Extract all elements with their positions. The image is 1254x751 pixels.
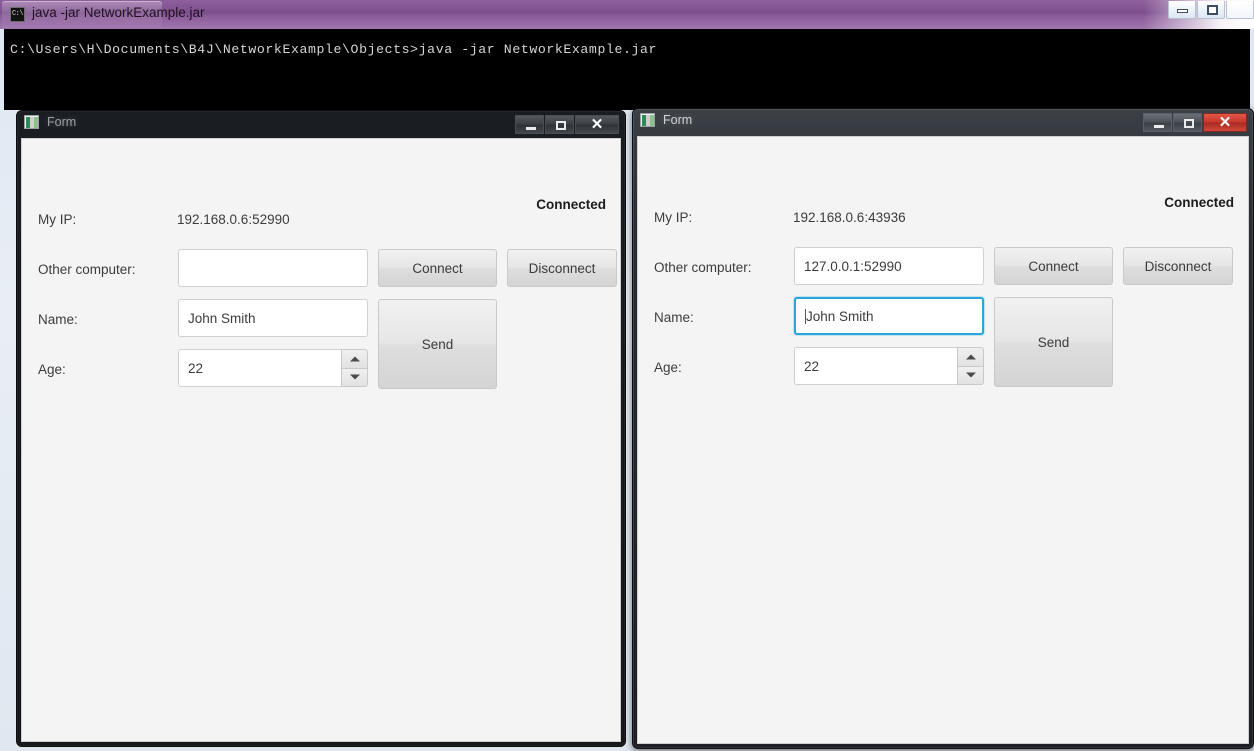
minimize-icon — [1177, 9, 1188, 13]
label-other-computer: Other computer: — [38, 262, 136, 277]
right-maximize-button[interactable] — [1173, 113, 1202, 132]
left-maximize-button[interactable] — [545, 115, 574, 134]
chevron-down-icon — [349, 374, 360, 380]
send-button[interactable]: Send — [378, 299, 497, 389]
label-other-computer: Other computer: — [654, 260, 752, 275]
maximize-icon — [1184, 119, 1194, 128]
maximize-icon — [556, 121, 566, 130]
send-button[interactable]: Send — [994, 297, 1113, 387]
minimize-icon — [1154, 125, 1164, 128]
right-window-title: Form — [663, 113, 693, 127]
console-window: C:\ java -jar NetworkExample.jar C:\User… — [0, 0, 1254, 110]
age-increment-button[interactable] — [341, 349, 368, 368]
name-input-value: John Smith — [806, 308, 874, 324]
close-icon: ✕ — [1218, 114, 1232, 131]
label-age: Age: — [654, 360, 682, 375]
console-minimize-button[interactable] — [1168, 1, 1196, 19]
left-minimize-button[interactable] — [515, 115, 544, 134]
label-my-ip: My IP: — [654, 210, 693, 225]
right-window-buttons: ✕ — [1142, 113, 1247, 132]
right-form-content: Connected My IP: 192.168.0.6:43936 Other… — [637, 136, 1249, 744]
left-form-window: Form ✕ Connected My IP: 192.168.0.6:5299… — [16, 110, 626, 747]
left-window-buttons: ✕ — [514, 115, 619, 134]
console-icon: C:\ — [10, 7, 25, 22]
connect-button[interactable]: Connect — [378, 249, 497, 287]
status-badge: Connected — [536, 197, 606, 212]
other-computer-input[interactable] — [178, 249, 368, 287]
age-input[interactable]: 22 — [178, 349, 341, 387]
right-form-window: Form ✕ Connected My IP: 192.168.0.6:4393… — [632, 108, 1254, 749]
name-input[interactable]: John Smith — [178, 299, 368, 337]
console-title-text: java -jar NetworkExample.jar — [32, 5, 205, 20]
right-window-titlebar[interactable]: Form ✕ — [632, 108, 1254, 136]
age-stepper[interactable]: 22 — [794, 347, 984, 385]
age-decrement-button[interactable] — [957, 365, 984, 385]
age-input[interactable]: 22 — [794, 347, 957, 385]
console-window-buttons — [1167, 1, 1254, 19]
close-icon: ✕ — [590, 116, 604, 133]
age-increment-button[interactable] — [957, 347, 984, 366]
disconnect-button[interactable]: Disconnect — [507, 249, 617, 287]
age-stepper-buttons — [957, 347, 984, 385]
form-app-icon — [24, 115, 39, 129]
label-name: Name: — [654, 310, 694, 325]
label-age: Age: — [38, 362, 66, 377]
left-close-button[interactable]: ✕ — [575, 115, 619, 134]
label-my-ip: My IP: — [38, 212, 77, 227]
console-titlebar[interactable]: C:\ java -jar NetworkExample.jar — [0, 0, 1254, 29]
right-window-title-group: Form — [640, 113, 692, 127]
status-badge: Connected — [1164, 195, 1234, 210]
console-maximize-button[interactable] — [1197, 1, 1225, 19]
right-close-button[interactable]: ✕ — [1203, 113, 1247, 132]
chevron-down-icon — [965, 372, 976, 378]
label-name: Name: — [38, 312, 78, 327]
connect-button[interactable]: Connect — [994, 247, 1113, 285]
chevron-up-icon — [965, 354, 976, 360]
value-my-ip: 192.168.0.6:52990 — [177, 212, 290, 227]
minimize-icon — [526, 127, 536, 130]
form-app-icon — [640, 113, 655, 127]
age-stepper[interactable]: 22 — [178, 349, 368, 387]
disconnect-button[interactable]: Disconnect — [1123, 247, 1233, 285]
left-window-titlebar[interactable]: Form ✕ — [16, 110, 626, 138]
value-my-ip: 192.168.0.6:43936 — [793, 210, 906, 225]
desktop-screen: C:\ java -jar NetworkExample.jar C:\User… — [0, 0, 1254, 751]
console-output[interactable]: C:\Users\H\Documents\B4J\NetworkExample\… — [4, 29, 1250, 110]
age-stepper-buttons — [341, 349, 368, 387]
age-decrement-button[interactable] — [341, 367, 368, 387]
console-close-button[interactable] — [1226, 1, 1254, 19]
left-form-content: Connected My IP: 192.168.0.6:52990 Other… — [21, 138, 621, 742]
left-window-title: Form — [47, 115, 77, 129]
right-minimize-button[interactable] — [1143, 113, 1172, 132]
chevron-up-icon — [349, 356, 360, 362]
other-computer-input[interactable]: 127.0.0.1:52990 — [794, 247, 984, 285]
name-input[interactable]: John Smith — [794, 297, 984, 335]
maximize-icon — [1207, 5, 1218, 15]
left-window-title-group: Form — [24, 115, 76, 129]
